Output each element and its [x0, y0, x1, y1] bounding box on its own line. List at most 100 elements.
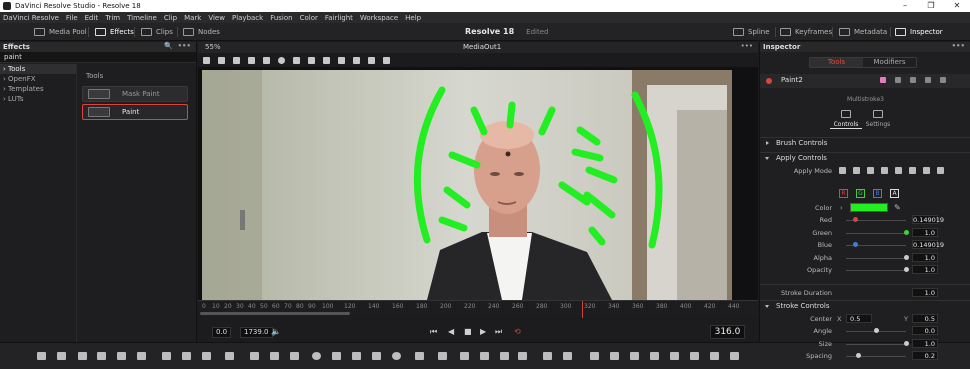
playhead[interactable]: [582, 301, 583, 318]
channel-b[interactable]: B: [873, 189, 882, 198]
grid-tool-icon[interactable]: [57, 352, 66, 360]
tree-item-tools[interactable]: › Tools: [0, 64, 76, 74]
menu-item[interactable]: DaVinci Resolve: [3, 14, 59, 22]
3d-image-icon[interactable]: [610, 352, 619, 360]
render-end-field[interactable]: 1739.0: [240, 327, 273, 338]
audio-icon[interactable]: 🔈: [271, 327, 281, 336]
stop-button[interactable]: ■: [464, 327, 472, 336]
angle-slider-knob[interactable]: [874, 328, 879, 333]
tree-item-openfx[interactable]: › OpenFX: [0, 74, 76, 84]
red-field[interactable]: 0.149019: [912, 215, 944, 224]
node-color-icon[interactable]: [880, 77, 886, 83]
particle-render-icon[interactable]: [563, 352, 572, 360]
spacing-slider[interactable]: [846, 356, 906, 358]
stroke-controls-section[interactable]: Stroke Controls: [760, 300, 970, 311]
settings-icon[interactable]: [940, 77, 946, 83]
spline-button[interactable]: Spline: [733, 26, 770, 38]
fill-icon[interactable]: [338, 56, 345, 64]
color-corrector-icon[interactable]: [182, 352, 191, 360]
warp-tool-icon[interactable]: [480, 352, 489, 360]
crop-tool-icon[interactable]: [270, 352, 279, 360]
stamp-mode-icon[interactable]: [923, 167, 930, 174]
shape-tool-icon[interactable]: [415, 352, 424, 360]
node-toggle[interactable]: [766, 78, 772, 84]
loop-icon[interactable]: ⟲: [514, 327, 521, 336]
angle-field[interactable]: 0.0: [912, 326, 938, 335]
menu-item[interactable]: Timeline: [127, 14, 157, 22]
transform-tool-icon[interactable]: [225, 352, 234, 360]
green-slider-knob[interactable]: [904, 229, 909, 235]
maximize-button[interactable]: ❐: [918, 0, 944, 12]
spacing-field[interactable]: 0.2: [912, 351, 938, 361]
menu-item[interactable]: View: [208, 14, 225, 22]
planar-tool-icon[interactable]: [460, 352, 469, 360]
color-swatch[interactable]: [850, 203, 888, 212]
3d-transform-icon[interactable]: [730, 352, 739, 360]
center-x-field[interactable]: 0.5: [846, 314, 872, 323]
menu-item[interactable]: Playback: [232, 14, 263, 22]
effects-search-input[interactable]: paint: [0, 52, 196, 63]
nodes-button[interactable]: Nodes: [183, 26, 220, 38]
tab-controls[interactable]: Controls: [830, 110, 862, 129]
grid-warp-icon[interactable]: [500, 352, 509, 360]
erase-mode-icon[interactable]: [881, 167, 888, 174]
menu-item[interactable]: Fairlight: [325, 14, 353, 22]
blue-slider-knob[interactable]: [852, 242, 858, 248]
smear-mode-icon[interactable]: [909, 167, 916, 174]
stroke-duration-field[interactable]: 1.0: [912, 288, 938, 297]
size-slider[interactable]: [846, 343, 906, 345]
lock-icon[interactable]: [910, 77, 916, 83]
stroke-tool-icon[interactable]: [308, 56, 315, 64]
merge-mode-icon[interactable]: [895, 167, 902, 174]
3d-render-icon[interactable]: [710, 352, 719, 360]
opacity-field[interactable]: 1.0: [912, 265, 938, 275]
alpha-field[interactable]: 1.0: [912, 252, 938, 262]
rectangle-tool-icon[interactable]: [293, 56, 300, 64]
play-button[interactable]: ▶: [480, 327, 486, 336]
size-slider-knob[interactable]: [904, 340, 909, 346]
paint-tool-icon[interactable]: [97, 352, 106, 360]
inspector-options[interactable]: •••: [952, 42, 965, 50]
spacing-slider-knob[interactable]: [856, 353, 861, 359]
minimize-button[interactable]: –: [892, 0, 918, 12]
red-slider-knob[interactable]: [852, 217, 858, 222]
tracker-tool-icon[interactable]: [438, 352, 447, 360]
menu-item[interactable]: Color: [300, 14, 318, 22]
image-tool-icon[interactable]: [78, 352, 87, 360]
3d-light-icon[interactable]: [690, 352, 699, 360]
tree-item-templates[interactable]: › Templates: [0, 84, 76, 94]
timeline-ruler[interactable]: 0 10 20 30 40 50 60 70 80 90 100 120 140…: [198, 300, 758, 318]
center-y-field[interactable]: 0.5: [912, 314, 938, 323]
star-tool-icon[interactable]: [372, 352, 381, 360]
effects-button[interactable]: Effects: [95, 26, 134, 38]
color-mode-icon[interactable]: [839, 167, 846, 174]
opacity-slider-knob[interactable]: [904, 267, 909, 273]
menu-item[interactable]: Mark: [184, 14, 201, 22]
brush-controls-section[interactable]: Brush Controls: [760, 137, 970, 148]
menu-item[interactable]: File: [66, 14, 78, 22]
ellipse-tool-icon[interactable]: [312, 352, 321, 360]
channel-g[interactable]: G: [856, 189, 865, 198]
polyline-icon[interactable]: [323, 56, 330, 64]
metadata-button[interactable]: Metadata: [839, 26, 887, 38]
viewer-options[interactable]: •••: [741, 42, 753, 50]
channel-r[interactable]: R: [839, 189, 848, 198]
expand-icon[interactable]: ›: [840, 204, 843, 212]
media-pool-button[interactable]: Media Pool: [34, 26, 87, 38]
menu-item[interactable]: Help: [405, 14, 421, 22]
apply-controls-section[interactable]: Apply Controls: [760, 152, 970, 163]
go-start-button[interactable]: ⏮: [430, 327, 437, 337]
opacity-slider[interactable]: [846, 270, 906, 272]
go-end-button[interactable]: ⏭: [495, 327, 502, 337]
circle-tool-icon[interactable]: [278, 56, 285, 64]
3d-camera-icon[interactable]: [670, 352, 679, 360]
wand-tool-icon[interactable]: [353, 56, 360, 64]
background-tool-icon[interactable]: [37, 352, 46, 360]
inspector-button[interactable]: Inspector: [895, 26, 943, 38]
menu-item[interactable]: Edit: [85, 14, 99, 22]
3d-text-icon[interactable]: [630, 352, 639, 360]
matte-tool-icon[interactable]: [250, 352, 259, 360]
tab-modifiers[interactable]: Modifiers: [863, 58, 916, 67]
eyedropper-icon[interactable]: ✎: [894, 203, 901, 212]
merge-tool-icon[interactable]: [162, 352, 171, 360]
